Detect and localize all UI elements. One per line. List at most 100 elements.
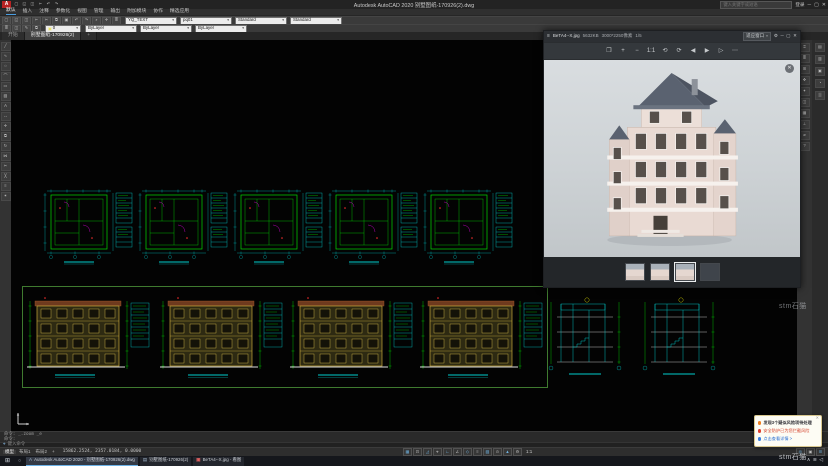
slideshow-icon[interactable]: ▷ (717, 48, 726, 54)
layers-icon[interactable]: ≣ (800, 54, 810, 63)
zoom-in-icon[interactable]: + (619, 48, 628, 54)
infer-constraints-icon[interactable]: ◿ (423, 448, 432, 456)
close-icon[interactable]: ✕ (822, 2, 826, 8)
close-icon[interactable]: ✕ (793, 34, 797, 39)
circle-icon[interactable]: ○ (1, 62, 11, 71)
section-1[interactable] (543, 292, 631, 380)
network-icon[interactable]: ≋ (813, 459, 817, 464)
measure-icon[interactable]: ⌗ (800, 43, 810, 52)
layout-tab[interactable]: 布局2 (34, 450, 50, 455)
panel-design-icon[interactable]: ▣ (815, 67, 825, 76)
maximize-icon[interactable]: ▢ (786, 34, 790, 39)
xref-icon[interactable]: ❖ (800, 76, 810, 85)
tool-palette-icon[interactable]: ✦ (800, 87, 810, 96)
ortho-icon[interactable]: ∟ (443, 448, 452, 456)
new-file-icon[interactable]: ▢ (13, 2, 20, 8)
next-image-icon[interactable]: ▶ (703, 48, 712, 54)
grid-icon[interactable]: ▦ (403, 448, 412, 456)
isolate-objects-icon[interactable]: ◎ (796, 448, 805, 456)
rotate-icon[interactable]: ↻ (1, 142, 11, 151)
floor-plan-3[interactable] (232, 188, 324, 266)
mirror-icon[interactable]: ⋈ (1, 152, 11, 161)
move-icon[interactable]: ✛ (1, 122, 11, 131)
array-icon[interactable]: ▦ (800, 109, 810, 118)
popup-close-icon[interactable]: ✕ (816, 416, 819, 420)
thumbnail-3[interactable] (675, 263, 695, 281)
settings-icon[interactable]: ⚙ (774, 34, 778, 39)
actual-size-icon[interactable]: 1:1 (647, 48, 656, 54)
layout-tab[interactable]: 模型 (3, 450, 16, 455)
ribbon-tab[interactable]: 精选应用 (170, 10, 189, 15)
taskbar-app-button[interactable]: ▣ BeTA4--X.jpg - 看图 (193, 457, 244, 466)
layout-tab[interactable]: 布局1 (17, 450, 33, 455)
zoom-out-icon[interactable]: − (633, 48, 642, 54)
prev-image-icon[interactable]: ◀ (689, 48, 698, 54)
minimize-icon[interactable]: ─ (781, 34, 784, 39)
overlay-close-icon[interactable]: ✕ (785, 64, 794, 73)
thumbnail-4[interactable] (700, 263, 720, 281)
taskbar-app-button[interactable]: ▤ 别墅图纸-170926(2) (140, 457, 191, 466)
panel-properties-icon[interactable]: ▤ (815, 43, 825, 52)
autocad-logo-icon[interactable]: A (2, 1, 11, 8)
thumbnail-1[interactable] (625, 263, 645, 281)
explode-icon[interactable]: ✶ (1, 192, 11, 201)
ribbon-tab[interactable]: 视图 (77, 10, 87, 15)
fit-mode-dropdown[interactable]: 适应窗口 (743, 32, 771, 41)
selection-cycling-icon[interactable]: ⊙ (493, 448, 502, 456)
elevation-4[interactable] (418, 289, 545, 383)
transparency-icon[interactable]: ▨ (483, 448, 492, 456)
maximize-icon[interactable]: ▢ (814, 2, 819, 8)
trim-icon[interactable]: ✂ (1, 162, 11, 171)
minimize-icon[interactable]: ─ (808, 2, 812, 8)
line-icon[interactable]: ╱ (1, 42, 11, 51)
file-tab[interactable]: 别墅图纸-170926(2) (25, 32, 82, 40)
polar-icon[interactable]: ∠ (453, 448, 462, 456)
purge-icon[interactable]: ⌀ (800, 131, 810, 140)
viewer-image-area[interactable]: ✕ (544, 60, 800, 257)
file-tab[interactable]: + (81, 32, 97, 40)
elevation-2[interactable] (158, 289, 285, 383)
volume-icon[interactable]: ◁ (819, 459, 823, 464)
start-button-icon[interactable]: ⊞ (2, 458, 13, 464)
open-file-icon[interactable]: ◱ (21, 2, 28, 8)
taskbar-search-icon[interactable]: ○ (15, 459, 24, 464)
thumbnail-2[interactable] (650, 263, 670, 281)
ribbon-tab[interactable]: 输出 (110, 10, 120, 15)
file-tab[interactable]: 开始 (2, 32, 25, 40)
fullscreen-icon[interactable]: ❐ (605, 48, 614, 54)
text-icon[interactable]: A (1, 102, 11, 111)
workspace-gear-icon[interactable]: ⚙ (513, 448, 522, 456)
layout-tab[interactable]: + (50, 450, 57, 455)
dynamic-input-icon[interactable]: ⌖ (433, 448, 442, 456)
floor-plan-4[interactable] (327, 188, 419, 266)
taskbar-app-button[interactable]: A Autodesk AutoCAD 2020 - 别墅图纸-170926(2)… (26, 457, 138, 466)
rotate-left-icon[interactable]: ⟲ (661, 48, 670, 54)
annotation-scale-icon[interactable]: ▲ (503, 448, 512, 456)
snap-icon[interactable]: ⊡ (413, 448, 422, 456)
ribbon-tab[interactable]: 默认 (6, 9, 16, 15)
polyline-icon[interactable]: ∿ (1, 52, 11, 61)
section-2[interactable] (637, 292, 725, 380)
save-icon[interactable]: ◫ (29, 2, 36, 8)
ribbon-tab[interactable]: 插入 (23, 10, 33, 15)
floor-plan-5[interactable] (422, 188, 514, 266)
customize-menu-icon[interactable]: ☰ (816, 448, 825, 456)
elevation-3[interactable] (288, 289, 415, 383)
elevation-1[interactable] (25, 289, 152, 383)
popup-link[interactable]: 点击查看详情 > (758, 435, 818, 443)
align-icon[interactable]: ⊥ (800, 120, 810, 129)
floor-plan-1[interactable] (42, 188, 134, 266)
notification-popup[interactable]: ✕ 发现3个疑似风险项待处理 安全防护已为您拦截风险 点击查看详情 > (754, 415, 822, 447)
more-icon[interactable]: ⋯ (731, 48, 740, 54)
copy-icon[interactable]: ⧉ (1, 132, 11, 141)
erase-icon[interactable]: ╳ (1, 172, 11, 181)
osnap-icon[interactable]: ◇ (463, 448, 472, 456)
annotation-scale[interactable]: 1:1 (524, 450, 534, 455)
viewer-menu-icon[interactable]: ≡ (547, 34, 550, 39)
ribbon-tab[interactable]: 参数化 (56, 10, 70, 15)
rectangle-icon[interactable]: ▭ (1, 82, 11, 91)
blocks-icon[interactable]: ⊞ (800, 65, 810, 74)
redo-icon[interactable]: ↷ (53, 2, 60, 8)
signin-button[interactable]: 登录 (795, 2, 804, 8)
lineweight-icon[interactable]: ≡ (473, 448, 482, 456)
